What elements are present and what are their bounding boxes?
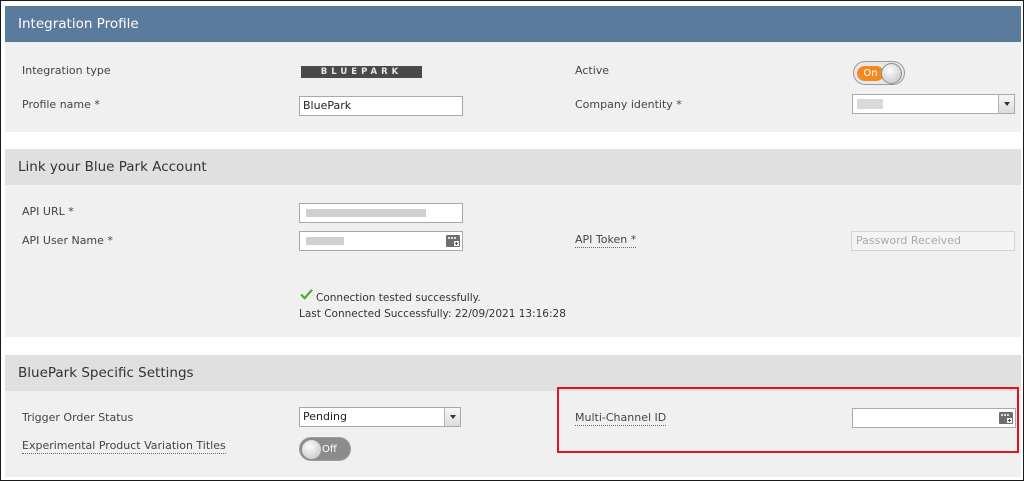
section-title: BluePark Specific Settings [18,365,194,381]
toggle-knob [301,439,322,460]
redacted-value [857,99,883,109]
window-frame: Integration Profile Integration type BLU… [0,0,1024,481]
trigger-order-status-label: Trigger Order Status [22,411,134,424]
api-url-input[interactable] [299,203,463,223]
redacted-value [306,237,344,245]
integration-profile-header: Integration Profile [5,6,1021,42]
toggle-off-text: Off [322,444,337,455]
chevron-down-icon[interactable] [444,408,460,426]
company-identity-label: Company identity * [575,98,682,111]
company-identity-select[interactable] [852,94,1015,114]
section-title: Integration Profile [18,16,139,32]
integration-type-label: Integration type [22,64,111,77]
checkmark-icon [300,289,313,300]
link-account-header: Link your Blue Park Account [5,149,1021,185]
api-user-name-input[interactable] [299,231,463,251]
variation-titles-label: Experimental Product Variation Titles [22,439,226,454]
connection-status-text: Connection tested successfully. [316,292,481,304]
chevron-down-icon[interactable] [998,95,1014,113]
trigger-order-status-select[interactable]: Pending [299,407,461,427]
active-label: Active [575,64,610,77]
profile-name-input[interactable]: BluePark [299,96,463,116]
api-token-input[interactable]: Password Received [851,231,1015,251]
api-token-label: API Token * [575,233,637,248]
specific-settings-header: BluePark Specific Settings [5,355,1021,391]
variation-titles-toggle[interactable]: Off [299,437,351,461]
link-account-section: Link your Blue Park Account API URL * AP… [5,149,1021,337]
bluepark-logo: BLUEPARK [301,66,422,78]
last-connected-text: Last Connected Successfully: 22/09/2021 … [299,308,566,320]
integration-profile-section: Integration Profile Integration type BLU… [5,6,1021,132]
trigger-order-status-value: Pending [303,410,347,423]
api-user-name-label: API User Name * [22,234,113,247]
section-title: Link your Blue Park Account [18,159,207,175]
active-toggle[interactable]: On [853,61,905,85]
redacted-value [306,209,426,217]
highlight-box [557,387,1019,453]
keyboard-icon[interactable] [446,234,460,248]
api-url-label: API URL * [22,205,74,218]
profile-name-label: Profile name * [22,98,100,111]
toggle-knob [881,63,902,84]
toggle-on-text: On [857,66,884,81]
